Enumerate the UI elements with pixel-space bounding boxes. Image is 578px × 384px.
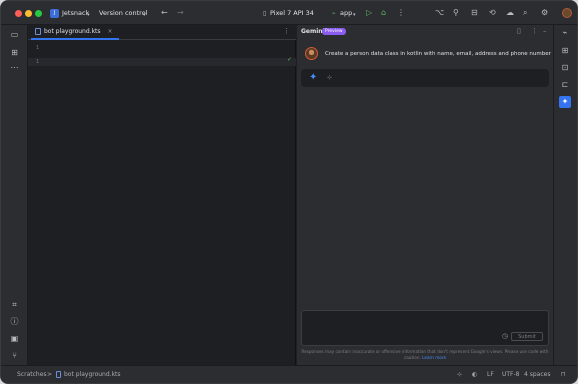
indent-selector[interactable]: 4 spaces — [524, 371, 550, 378]
maximize-window-button[interactable] — [35, 10, 42, 17]
user-avatar-icon[interactable] — [562, 8, 572, 18]
prompt-input[interactable]: ◷ Submit — [301, 310, 549, 346]
gemini-response: ✦ ⊹ — [301, 69, 549, 87]
run-icon[interactable]: ▷ — [366, 8, 372, 18]
vcs-selector[interactable]: Version control — [99, 9, 148, 17]
tab-options-icon[interactable]: ⋮ — [283, 27, 290, 35]
breadcrumb-file[interactable]: bot playground.kts — [64, 371, 121, 378]
chevron-down-icon: ▾ — [143, 12, 146, 18]
kotlin-script-file-icon — [56, 371, 61, 378]
project-folder-icon[interactable]: ▭ — [9, 29, 20, 40]
device-selector[interactable]: Pixel 7 API 34 — [270, 9, 314, 17]
user-prompt-text: Create a person data class in kotlin wit… — [325, 51, 551, 57]
loading-spinner-icon: ⊹ — [327, 74, 333, 81]
submit-button[interactable]: Submit — [511, 332, 543, 341]
disclaimer-text: Responses may contain inaccurate or offe… — [301, 349, 549, 361]
debug-icon[interactable]: ⌂ — [381, 8, 386, 18]
right-tool-strip: ⌁ ⊞ ⊡ ⊏ ✦ — [553, 25, 577, 365]
user-message: Create a person data class in kotlin wit… — [303, 47, 551, 61]
commit-icon[interactable]: ⊞ — [9, 47, 20, 58]
build-variants-icon[interactable]: ⌗ — [9, 299, 20, 310]
kotlin-script-file-icon — [35, 28, 41, 35]
forward-arrow-icon[interactable]: → — [177, 8, 184, 18]
project-selector[interactable]: Jetsnack — [62, 9, 89, 17]
gemini-tool-icon[interactable]: ✦ — [559, 96, 571, 108]
device-icon: ▯ — [263, 10, 267, 17]
settings-gear-icon[interactable]: ⚙ — [541, 8, 548, 18]
device-manager-icon[interactable]: ⌥ — [435, 8, 444, 18]
notifications-bell-icon[interactable]: ⌁ — [559, 27, 571, 39]
preview-badge: Preview — [322, 28, 346, 35]
history-icon[interactable]: ▯ — [517, 27, 521, 35]
status-bar: Scratches > bot playground.kts ⊹ ◐ LF UT… — [1, 365, 577, 383]
close-tab-icon[interactable]: × — [108, 28, 113, 35]
editor-tab-bar: bot playground.kts × ⋮ — [28, 25, 296, 40]
encoding-selector[interactable]: UTF-8 — [502, 371, 520, 378]
device-explorer-icon[interactable]: ⊡ — [559, 62, 571, 74]
code-area[interactable] — [44, 41, 294, 363]
running-devices-icon[interactable]: ⊏ — [559, 79, 571, 91]
project-badge[interactable]: J — [50, 9, 59, 18]
breadcrumb-separator: > — [47, 371, 53, 378]
more-tools-icon[interactable]: ⋯ — [9, 62, 20, 73]
breadcrumb-scratches[interactable]: Scratches — [17, 371, 47, 378]
learn-more-link[interactable]: Learn more — [422, 355, 446, 360]
gemini-panel-header: Gemini Preview ▯ ⋮ – — [297, 25, 553, 39]
problems-icon[interactable]: ⓘ — [9, 316, 20, 327]
gemini-spark-icon: ✦ — [309, 72, 318, 83]
ide-window: J Jetsnack ▾ Version control ▾ ← → ▯ Pix… — [0, 0, 578, 384]
more-options-icon[interactable]: ⋮ — [397, 8, 405, 18]
panel-options-icon[interactable]: ⋮ — [531, 27, 538, 35]
android-icon: ⌁ — [332, 10, 336, 17]
git-status-icon[interactable]: ⊹ — [457, 371, 462, 378]
logcat-icon[interactable]: ⚲ — [453, 8, 459, 18]
minimize-window-button[interactable] — [25, 10, 32, 17]
code-editor: bot playground.kts × ⋮ 1 1 ✓ — [28, 25, 296, 365]
attach-context-icon[interactable]: ◷ — [502, 332, 508, 340]
line-number: 1 — [36, 45, 40, 51]
editor-tab[interactable]: bot playground.kts × — [31, 25, 119, 40]
run-config-selector[interactable]: app — [340, 9, 352, 17]
gradle-icon[interactable]: ⊞ — [559, 45, 571, 57]
left-tool-strip: ▭ ⊞ ⋯ ⌗ ⓘ ▣ ⑂ — [1, 25, 28, 365]
terminal-icon[interactable]: ▣ — [9, 333, 20, 344]
search-icon[interactable]: ⌕ — [523, 8, 527, 18]
memory-indicator-icon[interactable]: ◐ — [472, 371, 477, 378]
minimize-panel-icon[interactable]: – — [543, 27, 547, 35]
sync-icon[interactable]: ⟲ — [489, 8, 496, 18]
close-window-button[interactable] — [15, 10, 22, 17]
layout-inspector-icon[interactable]: ⊟ — [471, 8, 478, 18]
git-branch-icon[interactable]: ⑂ — [9, 350, 20, 361]
lock-icon[interactable]: ⊓ — [561, 371, 566, 378]
back-arrow-icon[interactable]: ← — [161, 8, 168, 18]
sdk-manager-icon[interactable]: ☁ — [506, 8, 514, 18]
editor-tab-label: bot playground.kts — [44, 28, 101, 35]
line-number: 1 — [36, 59, 40, 65]
gemini-panel: Gemini Preview ▯ ⋮ – Create a person dat… — [297, 25, 553, 365]
line-ending-selector[interactable]: LF — [487, 371, 494, 378]
chevron-down-icon: ▾ — [87, 12, 90, 18]
user-avatar-icon — [305, 47, 318, 60]
title-bar: J Jetsnack ▾ Version control ▾ ← → ▯ Pix… — [1, 1, 577, 25]
chevron-down-icon: ▾ — [353, 12, 356, 18]
